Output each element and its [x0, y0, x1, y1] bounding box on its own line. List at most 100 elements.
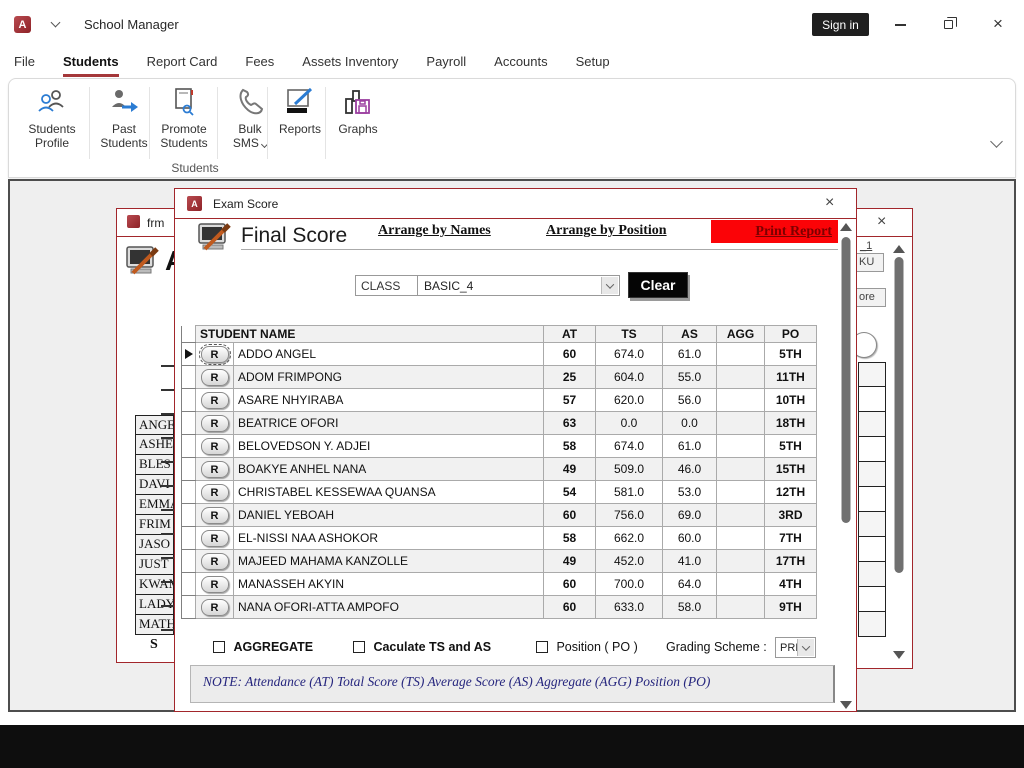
student-name-cell[interactable]: BOAKYE ANHEL NANA [234, 458, 544, 481]
record-button[interactable]: R [201, 553, 229, 570]
average-score-cell[interactable]: 64.0 [663, 573, 717, 596]
print-report-button[interactable]: Print Report [711, 220, 838, 243]
scrollbar[interactable] [892, 243, 906, 661]
scrollbar-thumb[interactable] [842, 237, 851, 523]
promote-students-button[interactable]: PromoteStudents [155, 85, 213, 163]
record-selector[interactable] [182, 527, 196, 550]
calculate-checkbox[interactable] [353, 641, 365, 653]
student-name-cell[interactable]: MANASSEH AKYIN [234, 573, 544, 596]
column-header[interactable]: AGG [717, 326, 765, 343]
average-score-cell[interactable]: 53.0 [663, 481, 717, 504]
attendance-cell[interactable]: 49 [544, 458, 596, 481]
record-selector[interactable] [182, 573, 196, 596]
dialog-close-icon[interactable]: × [825, 195, 834, 211]
student-name-cell[interactable]: EL-NISSI NAA ASHOKOR [234, 527, 544, 550]
aggregate-cell[interactable] [717, 389, 765, 412]
position-cell[interactable]: 10TH [765, 389, 817, 412]
record-selector[interactable] [182, 343, 196, 366]
record-button[interactable]: R [201, 576, 229, 593]
scrollbar-thumb[interactable] [895, 257, 904, 573]
position-cell[interactable]: 11TH [765, 366, 817, 389]
average-score-cell[interactable]: 0.0 [663, 412, 717, 435]
close-button[interactable]: × [993, 15, 1003, 32]
aggregate-checkbox[interactable] [213, 641, 225, 653]
grading-scheme-select[interactable]: PRI [775, 637, 816, 658]
aggregate-cell[interactable] [717, 343, 765, 366]
combo-dropdown-icon[interactable] [797, 639, 814, 656]
past-students-button[interactable]: PastStudents [95, 85, 153, 163]
arrange-by-names-link[interactable]: Arrange by Names [378, 223, 491, 239]
record-button[interactable]: R [201, 507, 229, 524]
attendance-cell[interactable]: 60 [544, 573, 596, 596]
total-score-cell[interactable]: 620.0 [596, 389, 663, 412]
aggregate-cell[interactable] [717, 412, 765, 435]
attendance-cell[interactable]: 60 [544, 343, 596, 366]
average-score-cell[interactable]: 61.0 [663, 435, 717, 458]
menu-tab[interactable]: Students [63, 54, 119, 77]
average-score-cell[interactable]: 58.0 [663, 596, 717, 619]
record-selector[interactable] [182, 481, 196, 504]
attendance-cell[interactable]: 63 [544, 412, 596, 435]
scroll-up-icon[interactable] [893, 245, 905, 253]
attendance-cell[interactable]: 58 [544, 527, 596, 550]
scroll-down-icon[interactable] [840, 701, 852, 709]
record-button[interactable]: R [201, 461, 229, 478]
student-name-cell[interactable]: ASARE NHYIRABA [234, 389, 544, 412]
total-score-cell[interactable]: 0.0 [596, 412, 663, 435]
total-score-cell[interactable]: 674.0 [596, 435, 663, 458]
aggregate-cell[interactable] [717, 527, 765, 550]
menu-tab[interactable]: File [14, 54, 35, 77]
aggregate-cell[interactable] [717, 504, 765, 527]
average-score-cell[interactable]: 41.0 [663, 550, 717, 573]
record-button[interactable]: R [201, 599, 229, 616]
total-score-cell[interactable]: 700.0 [596, 573, 663, 596]
total-score-cell[interactable]: 633.0 [596, 596, 663, 619]
reports-button[interactable]: Reports [271, 85, 329, 163]
column-header[interactable]: TS [596, 326, 663, 343]
attendance-cell[interactable]: 57 [544, 389, 596, 412]
position-cell[interactable]: 15TH [765, 458, 817, 481]
aggregate-cell[interactable] [717, 435, 765, 458]
scroll-down-icon[interactable] [893, 651, 905, 659]
total-score-cell[interactable]: 581.0 [596, 481, 663, 504]
record-button[interactable]: R [201, 392, 229, 409]
student-name-cell[interactable]: CHRISTABEL KESSEWAA QUANSA [234, 481, 544, 504]
column-header[interactable]: STUDENT NAME [196, 326, 544, 343]
position-cell[interactable]: 3RD [765, 504, 817, 527]
record-selector[interactable] [182, 435, 196, 458]
position-cell[interactable]: 18TH [765, 412, 817, 435]
record-button[interactable]: R [201, 438, 229, 455]
position-cell[interactable]: 4TH [765, 573, 817, 596]
student-name-cell[interactable]: MAJEED MAHAMA KANZOLLE [234, 550, 544, 573]
dialog-scrollbar[interactable] [839, 221, 853, 711]
record-button[interactable]: R [201, 530, 229, 547]
student-name-cell[interactable]: BELOVEDSON Y. ADJEI [234, 435, 544, 458]
column-header[interactable]: AS [663, 326, 717, 343]
quick-access-dropdown-icon[interactable] [51, 18, 61, 28]
combo-dropdown-icon[interactable] [601, 277, 618, 294]
aggregate-cell[interactable] [717, 366, 765, 389]
graphs-button[interactable]: Graphs [329, 85, 387, 163]
total-score-cell[interactable]: 674.0 [596, 343, 663, 366]
total-score-cell[interactable]: 509.0 [596, 458, 663, 481]
record-selector[interactable] [182, 366, 196, 389]
total-score-cell[interactable]: 604.0 [596, 366, 663, 389]
student-name-cell[interactable]: BEATRICE OFORI [234, 412, 544, 435]
minimize-button[interactable] [895, 24, 906, 26]
aggregate-cell[interactable] [717, 458, 765, 481]
record-selector[interactable] [182, 458, 196, 481]
menu-tab[interactable]: Assets Inventory [302, 54, 398, 77]
aggregate-cell[interactable] [717, 573, 765, 596]
average-score-cell[interactable]: 61.0 [663, 343, 717, 366]
record-selector[interactable] [182, 550, 196, 573]
clear-button[interactable]: Clear [628, 272, 688, 298]
student-name-cell[interactable]: ADOM FRIMPONG [234, 366, 544, 389]
record-button[interactable]: R [201, 484, 229, 501]
average-score-cell[interactable]: 56.0 [663, 389, 717, 412]
class-combobox[interactable]: BASIC_4 [417, 275, 620, 296]
total-score-cell[interactable]: 452.0 [596, 550, 663, 573]
average-score-cell[interactable]: 46.0 [663, 458, 717, 481]
column-header[interactable]: PO [765, 326, 817, 343]
menu-tab[interactable]: Fees [245, 54, 274, 77]
attendance-cell[interactable]: 60 [544, 596, 596, 619]
